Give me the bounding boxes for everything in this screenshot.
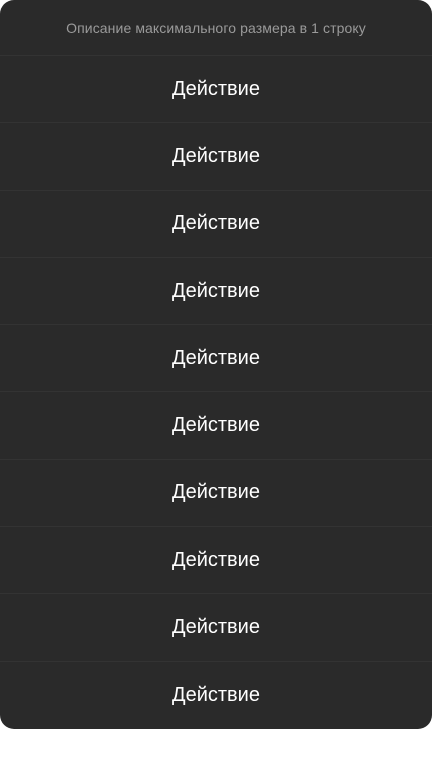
action-sheet: Описание максимального размера в 1 строк… (0, 0, 432, 729)
action-item-4[interactable]: Действие (0, 258, 432, 326)
action-list: Действие Действие Действие Действие Дейс… (0, 56, 432, 729)
action-item-3[interactable]: Действие (0, 191, 432, 258)
action-item-6[interactable]: Действие (0, 392, 432, 460)
action-sheet-description: Описание максимального размера в 1 строк… (0, 0, 432, 56)
action-item-1[interactable]: Действие (0, 56, 432, 124)
action-item-2[interactable]: Действие (0, 123, 432, 191)
action-item-9[interactable]: Действие (0, 594, 432, 662)
action-item-5[interactable]: Действие (0, 325, 432, 393)
action-item-7[interactable]: Действие (0, 460, 432, 528)
action-item-8[interactable]: Действие (0, 527, 432, 595)
action-item-10[interactable]: Действие (0, 662, 432, 729)
